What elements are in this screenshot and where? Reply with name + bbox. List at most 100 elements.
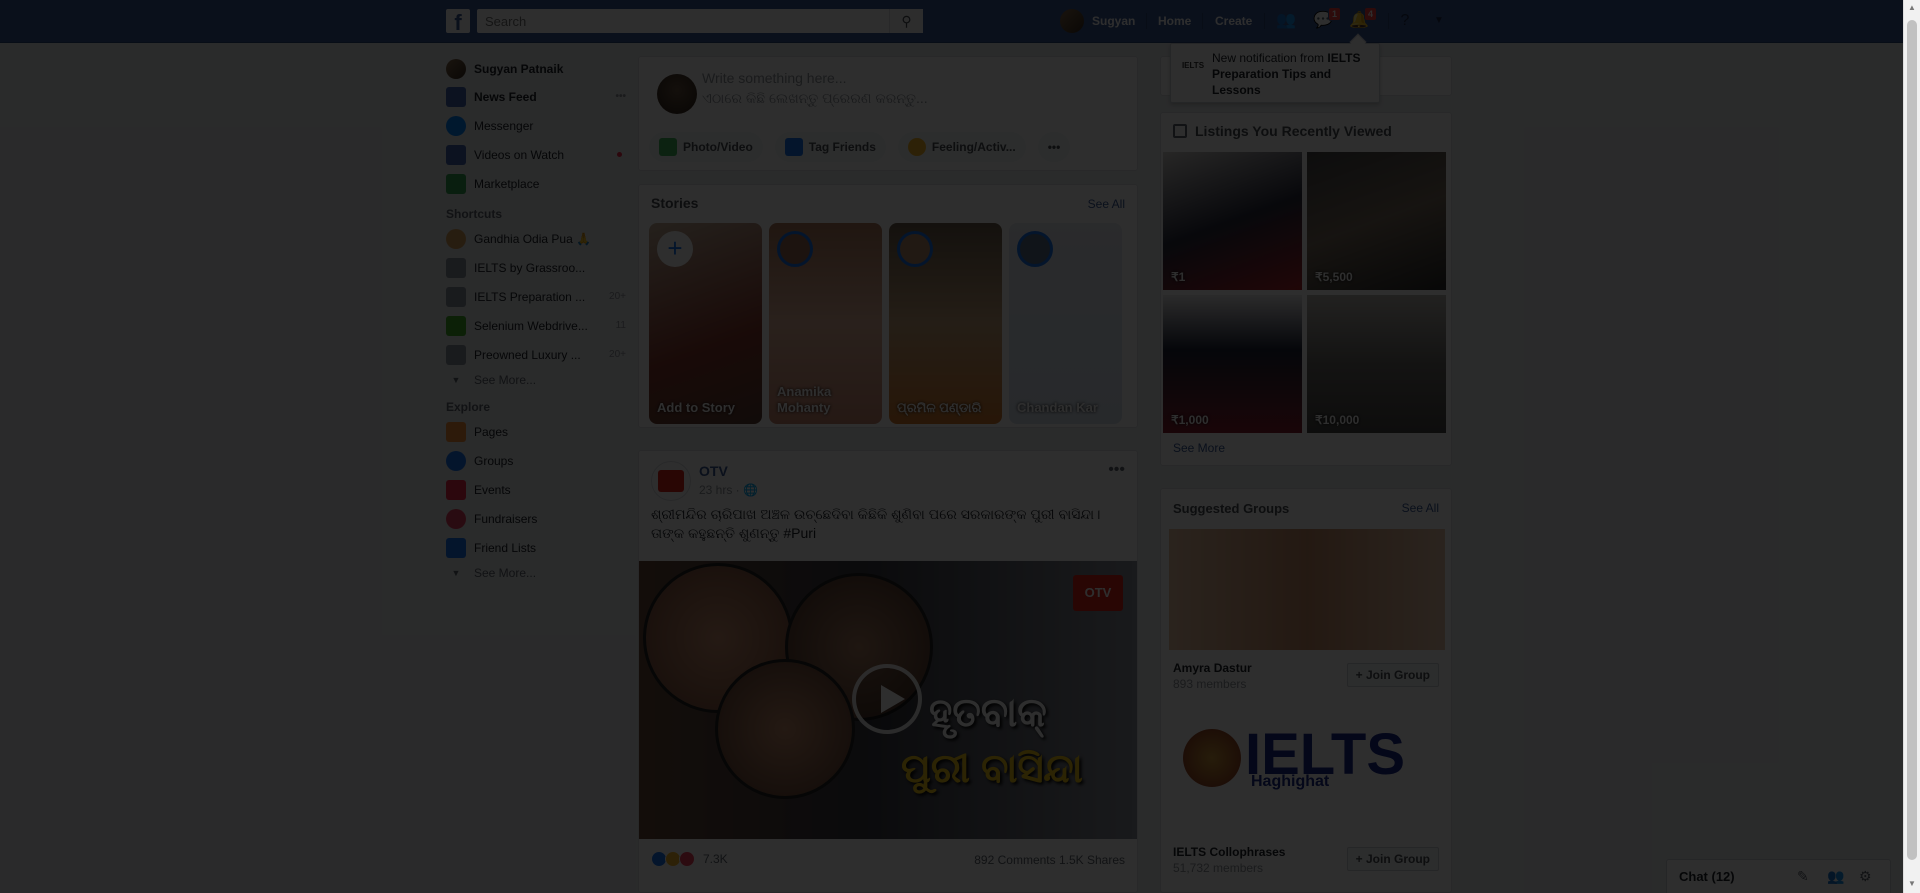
sidebar-item-friend-lists[interactable]: Friend Lists: [446, 533, 626, 562]
unread-count: 20+: [609, 291, 626, 302]
join-group-button[interactable]: + Join Group: [1346, 663, 1439, 687]
group-cover-image[interactable]: [1169, 529, 1445, 650]
new-message-icon[interactable]: ✎: [1797, 868, 1809, 885]
see-more-shortcuts-link[interactable]: ▼ See More...: [446, 369, 626, 391]
otv-logo-icon: OTV: [1073, 575, 1123, 611]
search-input[interactable]: [477, 9, 887, 33]
ielts-logo-subtitle: Haghighat: [1251, 773, 1330, 790]
sidebar-profile[interactable]: Sugyan Patnaik: [446, 56, 626, 82]
more-options-icon[interactable]: •••: [615, 91, 626, 102]
group-thumbnail: IELTS: [1181, 61, 1205, 70]
avatar: [446, 59, 466, 79]
sidebar-shortcut[interactable]: IELTS Preparation ... 20+: [446, 282, 626, 311]
comments-shares-count[interactable]: 892 Comments 1.5K Shares: [974, 853, 1125, 867]
otv-logo-icon: [658, 470, 684, 492]
sidebar-item-fundraisers[interactable]: Fundraisers: [446, 504, 626, 533]
profile-name: Sugyan: [1092, 14, 1136, 28]
sidebar-item-news-feed[interactable]: News Feed •••: [446, 82, 626, 111]
group-name[interactable]: Amyra Dastur: [1173, 661, 1252, 675]
messenger-icon[interactable]: 💬 1: [1312, 7, 1341, 32]
story-card[interactable]: ପ୍ରମିଳ ପଣ୍ଡାରି: [889, 223, 1002, 424]
scroll-up-icon[interactable]: ▲: [1908, 3, 1916, 12]
suggested-groups-see-all-link[interactable]: See All: [1402, 501, 1439, 515]
group-members: 893 members: [1173, 677, 1247, 691]
photo-video-button[interactable]: Photo/Video: [649, 132, 763, 162]
sidebar-item-label: Videos on Watch: [474, 147, 565, 162]
listings-heading: Listings You Recently Viewed: [1173, 123, 1392, 139]
stories-see-all-link[interactable]: See All: [1088, 197, 1125, 211]
facebook-logo-icon[interactable]: f: [446, 9, 470, 33]
chat-bar[interactable]: Chat (12) ✎ 👥 ⚙: [1666, 859, 1891, 893]
sidebar-shortcut[interactable]: Selenium Webdrive... 11: [446, 311, 626, 340]
create-group-icon[interactable]: 👥: [1827, 868, 1844, 885]
friend-requests-icon[interactable]: 👥: [1275, 10, 1297, 32]
reaction-summary[interactable]: 7.3K: [651, 851, 728, 867]
add-to-story-card[interactable]: + Add to Story: [649, 223, 762, 424]
composer-placeholder[interactable]: Write something here...: [702, 70, 846, 86]
scrollbar-thumb[interactable]: [1907, 20, 1917, 860]
join-group-button[interactable]: + Join Group: [1346, 847, 1439, 871]
nav-divider: [1264, 13, 1265, 29]
sidebar-item-events[interactable]: Events: [446, 475, 626, 504]
sidebar-item-groups[interactable]: Groups: [446, 446, 626, 475]
feeling-activity-button[interactable]: Feeling/Activ...: [897, 132, 1026, 162]
reaction-count: 7.3K: [703, 852, 728, 866]
post-options-icon[interactable]: •••: [1108, 461, 1125, 479]
suggested-groups-panel: Suggested Groups See All Amyra Dastur 89…: [1160, 488, 1452, 893]
notification-text-prefix: New notification from: [1212, 51, 1325, 65]
group-icon: [446, 286, 466, 307]
search-icon[interactable]: ⚲: [889, 9, 923, 33]
sidebar-item-label: Fundraisers: [474, 511, 538, 526]
group-icon: [446, 344, 466, 365]
sidebar-shortcut[interactable]: Preowned Luxury ... 20+: [446, 340, 626, 369]
story-card[interactable]: Chandan Kar: [1009, 223, 1122, 424]
page-avatar[interactable]: [651, 461, 691, 501]
notifications-badge: 4: [1363, 7, 1377, 21]
marketplace-icon: [446, 173, 466, 194]
gear-icon[interactable]: ⚙: [1859, 868, 1872, 885]
sidebar-item-messenger[interactable]: Messenger: [446, 111, 626, 140]
create-link[interactable]: Create: [1215, 14, 1252, 28]
sidebar-shortcut[interactable]: Gandhia Odia Pua 🙏: [446, 224, 626, 253]
tag-friends-icon: [784, 138, 803, 156]
photo-icon: [659, 138, 677, 156]
home-link[interactable]: Home: [1158, 14, 1191, 28]
composer-placeholder-odia[interactable]: ଏଠାରେ କିଛି ଲେଖନ୍ତୁ ପ୍ରେରଣ କରନ୍ତୁ...: [702, 90, 928, 107]
listings-title: Listings You Recently Viewed: [1195, 123, 1392, 139]
listing-item[interactable]: ₹5,500: [1307, 152, 1446, 290]
video-caption-line2: ପୁରୀ ବାସିନ୍ଦା: [901, 747, 1083, 791]
sidebar-item-pages[interactable]: Pages: [446, 417, 626, 446]
profile-link[interactable]: Sugyan: [1060, 9, 1135, 33]
post-time: 23 hrs ·: [699, 483, 744, 497]
story-card[interactable]: Anamika Mohanty: [769, 223, 882, 424]
listings-see-more-link[interactable]: See More: [1173, 441, 1225, 455]
group-cover-image[interactable]: IELTS Haghighat: [1169, 711, 1445, 832]
see-more-explore-link[interactable]: ▼ See More...: [446, 562, 626, 584]
scroll-down-icon[interactable]: ▼: [1908, 879, 1916, 888]
account-menu-chevron-down-icon[interactable]: ▼: [1428, 10, 1450, 32]
listing-item[interactable]: ₹1,000: [1163, 295, 1302, 433]
play-icon[interactable]: [852, 664, 922, 734]
notification-popup[interactable]: IELTS New notification from IELTS Prepar…: [1170, 43, 1380, 103]
notifications-icon[interactable]: 🔔 4: [1348, 7, 1377, 32]
sidebar-item-label: Groups: [474, 453, 514, 468]
story-name: Add to Story: [657, 400, 735, 415]
sidebar-item-label: Messenger: [474, 118, 534, 133]
chevron-down-icon: ▼: [451, 375, 461, 385]
quick-help-icon[interactable]: ?: [1394, 10, 1416, 32]
tag-friends-button[interactable]: Tag Friends: [774, 132, 886, 162]
post-author[interactable]: OTV: [699, 463, 728, 479]
sidebar-item-marketplace[interactable]: Marketplace: [446, 169, 626, 198]
group-name[interactable]: IELTS Collophrases: [1173, 845, 1285, 859]
sidebar-item-watch[interactable]: Videos on Watch: [446, 140, 626, 169]
listing-item[interactable]: ₹10,000: [1307, 295, 1446, 433]
page-scrollbar[interactable]: ▲ ▼: [1903, 0, 1920, 893]
listing-item[interactable]: ₹1: [1163, 152, 1302, 290]
groups-icon: [446, 450, 466, 471]
post-timestamp[interactable]: 23 hrs · 🌐: [699, 483, 758, 497]
more-options-button[interactable]: •••: [1037, 132, 1071, 162]
chevron-down-icon: ▼: [451, 568, 461, 578]
group-icon: [446, 315, 466, 336]
sidebar-shortcut[interactable]: IELTS by Grassroo...: [446, 253, 626, 282]
post-video[interactable]: OTV ହୃତବାକ୍ ପୁରୀ ବାସିନ୍ଦା: [639, 561, 1137, 839]
